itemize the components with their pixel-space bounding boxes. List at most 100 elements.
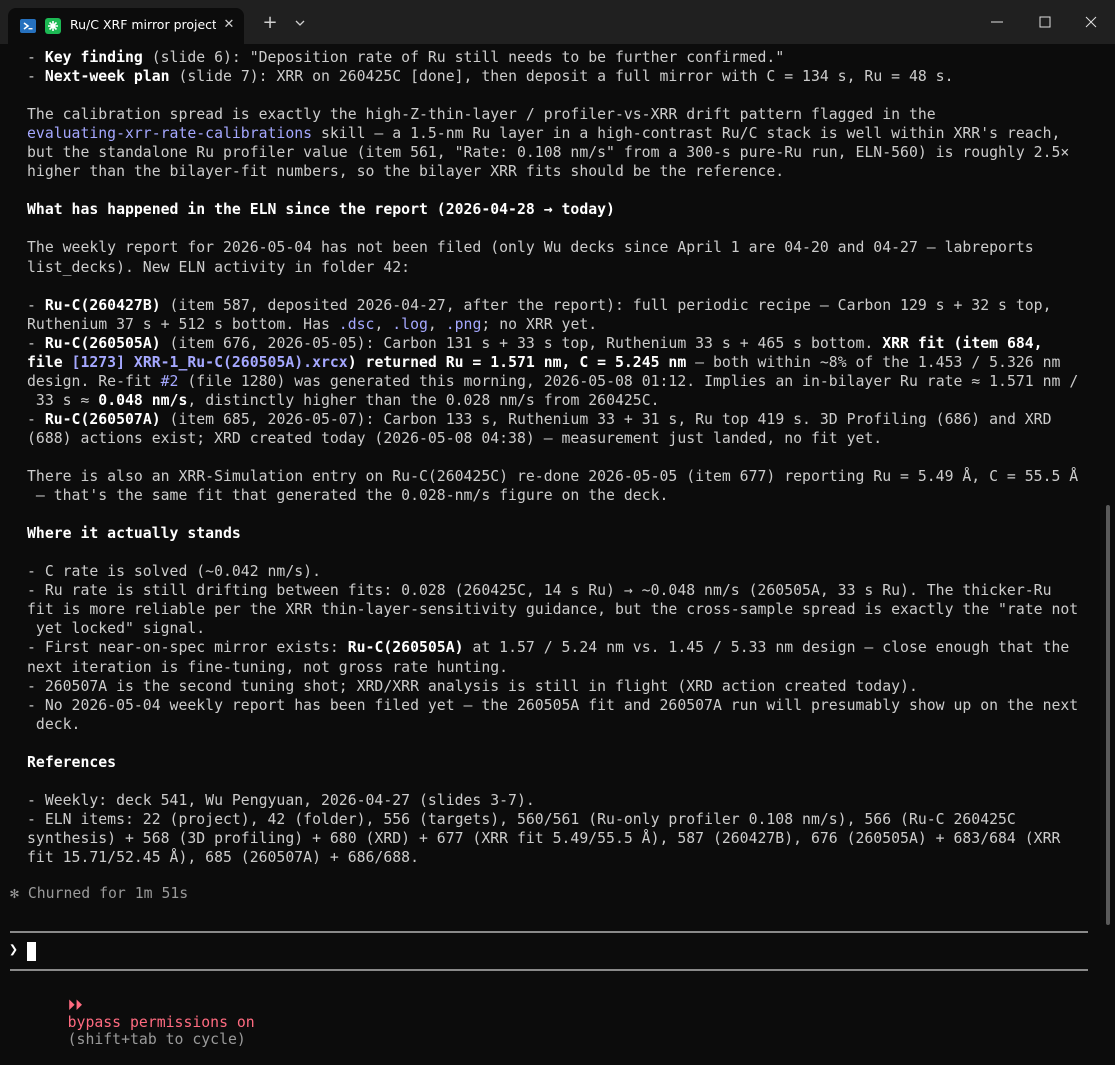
terminal-text: - bbox=[27, 410, 45, 428]
terminal-line: but the standalone Ru profiler value (it… bbox=[27, 143, 1102, 162]
close-window-button[interactable] bbox=[1076, 8, 1106, 36]
terminal-text: 33 s ≈ bbox=[27, 391, 99, 409]
terminal-text: next iteration is fine-tuning, not gross… bbox=[27, 658, 509, 676]
terminal-text: Key finding bbox=[44, 49, 143, 66]
terminal-line: - 260507A is the second tuning shot; XRD… bbox=[27, 677, 1102, 696]
mode-hint: (shift+tab to cycle) bbox=[67, 1031, 246, 1048]
mode-label: bypass permissions on bbox=[67, 1014, 255, 1031]
minimize-button[interactable] bbox=[982, 8, 1012, 36]
terminal-line: 33 s ≈ 0.048 nm/s, distinctly higher tha… bbox=[27, 391, 1102, 410]
terminal-text: - bbox=[27, 334, 45, 352]
terminal-text: There is also an XRR-Simulation entry on… bbox=[27, 468, 1079, 486]
terminal-text: but the standalone Ru profiler value (it… bbox=[27, 144, 1070, 162]
new-tab-button[interactable]: + bbox=[259, 12, 281, 34]
terminal-line: — that's the same fit that generated the… bbox=[27, 486, 1102, 505]
terminal-text: file bbox=[27, 353, 72, 371]
terminal-link[interactable]: [1273] XRR-1_Ru-C(260505A).xrcx bbox=[72, 354, 348, 371]
tab-title: Ru/C XRF mirror project st bbox=[70, 17, 216, 32]
terminal-line: - ELN items: 22 (project), 42 (folder), … bbox=[27, 810, 1102, 829]
terminal-text: - Ru rate is still drifting between fits… bbox=[27, 582, 1052, 600]
terminal-line: fit 15.71/52.45 Å), 685 (260507A) + 686/… bbox=[27, 848, 1102, 867]
terminal-text: Ru-C(260507A) bbox=[44, 410, 161, 428]
terminal-text: at 1.57 / 5.24 nm vs. 1.45 / 5.33 nm des… bbox=[463, 639, 1070, 657]
terminal-line: higher than the bilayer-fit numbers, so … bbox=[27, 162, 1102, 181]
terminal-line: Where it actually stands bbox=[27, 524, 1102, 543]
terminal-text: list_decks). New ELN activity in folder … bbox=[27, 258, 411, 276]
terminal-line: (688) actions exist; XRD created today (… bbox=[27, 429, 1102, 448]
terminal-text: yet locked" signal. bbox=[27, 620, 206, 638]
terminal-link[interactable]: evaluating-xrr-rate-calibrations bbox=[27, 125, 312, 142]
chevron-down-icon[interactable] bbox=[290, 12, 310, 34]
terminal-text: — that's the same fit that generated the… bbox=[27, 487, 669, 505]
terminal-text: ; no XRR yet. bbox=[481, 315, 598, 333]
terminal-text: (item 676, 2026-05-05): Carbon 131 s + 3… bbox=[160, 334, 883, 352]
terminal-text: - 260507A is the second tuning shot; XRD… bbox=[27, 677, 918, 695]
title-bar: Ru/C XRF mirror project st ✕ + bbox=[0, 0, 1115, 44]
permission-mode-indicator: ⏵⏵ bypass permissions on (shift+tab to c… bbox=[32, 980, 255, 1065]
terminal-line: - Next-week plan (slide 7): XRR on 26042… bbox=[27, 67, 1102, 86]
terminal-line: References bbox=[27, 753, 1102, 772]
terminal-line: yet locked" signal. bbox=[27, 619, 1102, 638]
terminal-output: - Key finding (slide 6): "Deposition rat… bbox=[27, 48, 1102, 867]
terminal-text: (item 685, 2026-05-07): Carbon 133 s, Ru… bbox=[160, 410, 1052, 428]
terminal-text: fit is more reliable per the XRR thin-la… bbox=[27, 601, 1079, 619]
prompt-input-cursor[interactable] bbox=[27, 942, 36, 961]
claude-icon bbox=[45, 18, 61, 34]
tab-active[interactable]: Ru/C XRF mirror project st ✕ bbox=[8, 8, 244, 44]
terminal-text: Ru-C(260505A) bbox=[347, 639, 464, 657]
terminal-line: deck. bbox=[27, 715, 1102, 734]
terminal-text: - ELN items: 22 (project), 42 (folder), … bbox=[27, 810, 1016, 828]
terminal-window: Ru/C XRF mirror project st ✕ + - Key fin… bbox=[0, 0, 1115, 1048]
terminal-line: - C rate is solved (~0.042 nm/s). bbox=[27, 562, 1102, 581]
terminal-text: XRR fit (item 684, bbox=[882, 334, 1043, 352]
terminal-text: , bbox=[374, 315, 393, 333]
terminal-text: .dsc bbox=[338, 315, 375, 333]
terminal-text: .log bbox=[392, 315, 428, 333]
terminal-text: , distinctly higher than the 0.028 nm/s … bbox=[187, 391, 660, 409]
terminal-link[interactable]: #2 bbox=[161, 373, 179, 390]
terminal-line: design. Re-fit #2 (file 1280) was genera… bbox=[27, 372, 1102, 391]
close-tab-icon[interactable]: ✕ bbox=[220, 16, 238, 34]
terminal-line: file [1273] XRR-1_Ru-C(260505A).xrcx) re… bbox=[27, 353, 1102, 372]
terminal-line: The calibration spread is exactly the hi… bbox=[27, 105, 1102, 124]
terminal-text: Ru-C(260427B) bbox=[44, 296, 161, 314]
terminal-line: - Weekly: deck 541, Wu Pengyuan, 2026-04… bbox=[27, 791, 1102, 810]
terminal-text: .png bbox=[445, 315, 482, 333]
maximize-button[interactable] bbox=[1030, 8, 1060, 36]
terminal-text: ) returned Ru = 1.571 nm, C = 5.245 nm bbox=[347, 353, 687, 371]
terminal-line: - Ru-C(260507A) (item 685, 2026-05-07): … bbox=[27, 410, 1102, 429]
terminal-text: - C rate is solved (~0.042 nm/s). bbox=[27, 563, 321, 581]
terminal-text: fit 15.71/52.45 Å), 685 (260507A) + 686/… bbox=[27, 848, 419, 866]
terminal-line: Ruthenium 37 s + 512 s bottom. Has .dsc,… bbox=[27, 315, 1102, 334]
terminal-text: (slide 6): "Deposition rate of Ru still … bbox=[142, 49, 785, 66]
terminal-text: (item 587, deposited 2026-04-27, after t… bbox=[160, 296, 1052, 314]
terminal-line: next iteration is fine-tuning, not gross… bbox=[27, 658, 1102, 677]
terminal-line: list_decks). New ELN activity in folder … bbox=[27, 258, 1102, 277]
terminal-text: — both within ~8% of the 1.453 / 5.326 n… bbox=[686, 353, 1061, 371]
terminal-line: evaluating-xrr-rate-calibrations skill —… bbox=[27, 124, 1102, 143]
terminal-text: - Weekly: deck 541, Wu Pengyuan, 2026-04… bbox=[27, 791, 535, 809]
terminal-text: (688) actions exist; XRD created today (… bbox=[27, 429, 883, 447]
fast-forward-icon: ⏵⏵ bbox=[67, 997, 83, 1014]
terminal-text: (file 1280) was generated this morning, … bbox=[178, 372, 1079, 390]
terminal-text: deck. bbox=[27, 715, 81, 733]
terminal-text: , bbox=[427, 315, 446, 333]
terminal-line: - Key finding (slide 6): "Deposition rat… bbox=[27, 48, 1102, 67]
terminal-line: synthesis) + 568 (3D profiling) + 680 (X… bbox=[27, 829, 1102, 848]
terminal-line: - Ru-C(260427B) (item 587, deposited 202… bbox=[27, 296, 1102, 315]
terminal-text: Ru-C(260505A) bbox=[44, 334, 161, 352]
terminal-text: Where it actually stands bbox=[27, 525, 241, 543]
status-line: ✻ Churned for 1m 51s bbox=[10, 885, 189, 902]
terminal-text: design. Re-fit bbox=[27, 372, 161, 390]
terminal-text: skill — a 1.5-nm Ru layer in a high-cont… bbox=[312, 125, 1061, 143]
scrollbar[interactable] bbox=[1106, 505, 1110, 925]
terminal-line: There is also an XRR-Simulation entry on… bbox=[27, 467, 1102, 486]
